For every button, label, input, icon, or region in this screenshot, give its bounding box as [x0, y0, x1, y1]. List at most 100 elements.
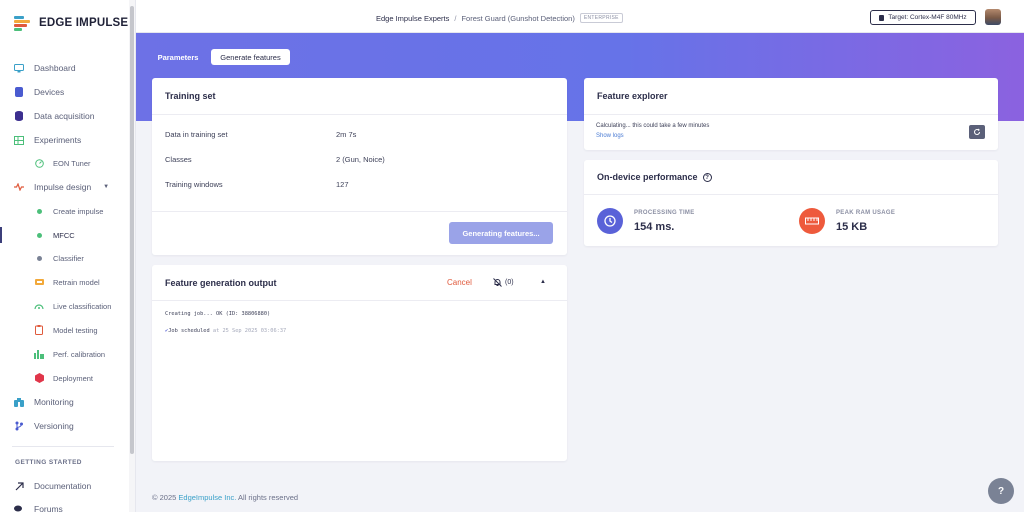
forum-icon	[12, 502, 26, 512]
sidebar-item-label: Monitoring	[34, 397, 74, 407]
sidebar-item-impulse-design[interactable]: Impulse design ▼	[0, 177, 128, 197]
sidebar-item-documentation[interactable]: Documentation	[0, 476, 128, 496]
sidebar-item-label: Documentation	[34, 481, 92, 491]
sidebar-item-classifier[interactable]: Classifier	[0, 248, 128, 268]
processing-time-label: PROCESSING TIME	[634, 210, 695, 216]
sidebar-item-data-acquisition[interactable]: Data acquisition	[0, 106, 128, 126]
sidebar-item-monitoring[interactable]: Monitoring	[0, 392, 128, 412]
sidebar-item-deployment[interactable]: Deployment	[0, 368, 128, 388]
cube-icon	[32, 371, 46, 385]
sidebar-item-label: Experiments	[34, 135, 82, 145]
breadcrumb-project[interactable]: Forest Guard (Gunshot Detection)	[461, 14, 574, 23]
monitor-icon	[12, 61, 26, 75]
refresh-button[interactable]	[969, 125, 985, 139]
logo-icon	[14, 15, 32, 31]
rights-text: All rights reserved	[238, 493, 299, 502]
show-logs-link[interactable]: Show logs	[596, 133, 624, 139]
peak-ram-value: 15 KB	[836, 221, 868, 233]
sidebar-item-label: Data acquisition	[34, 111, 95, 121]
sidebar-divider	[12, 446, 114, 447]
sidebar-item-mfcc[interactable]: MFCC	[0, 225, 128, 245]
memory-icon	[799, 208, 825, 234]
sidebar-item-live-classification[interactable]: Live classification	[0, 296, 128, 316]
copyright: © 2025	[152, 493, 177, 502]
sidebar-item-devices[interactable]: Devices	[0, 82, 128, 102]
database-icon	[12, 109, 26, 123]
log-line: ✔Job scheduled at 25 Sep 2025 03:06:37	[165, 328, 286, 334]
sidebar-scrollbar-thumb[interactable]	[130, 6, 134, 454]
sidebar-item-label: Create impulse	[53, 206, 104, 216]
clock-icon	[597, 208, 623, 234]
sidebar-item-versioning[interactable]: Versioning	[0, 416, 128, 436]
sidebar-item-label: Versioning	[34, 421, 74, 431]
grid-icon	[12, 133, 26, 147]
clipboard-icon	[32, 323, 46, 337]
chevron-down-icon[interactable]: ▼	[103, 184, 109, 190]
logo-text: EDGE IMPULSE	[39, 17, 129, 29]
sidebar-item-label: Model testing	[53, 325, 98, 335]
live-icon	[32, 299, 46, 313]
target-label: Target: Cortex-M4F 80MHz	[888, 14, 967, 21]
refresh-icon	[974, 128, 980, 135]
notifications-toggle[interactable]: (0)	[493, 278, 514, 287]
help-chat-button[interactable]: ?	[988, 478, 1014, 504]
help-icon: ?	[997, 485, 1005, 497]
feature-explorer-card: Feature explorer Calculating... this cou…	[584, 78, 998, 150]
breadcrumb-org[interactable]: Edge Impulse Experts	[376, 14, 449, 23]
sidebar-item-label: Deployment	[53, 373, 94, 383]
logo[interactable]: EDGE IMPULSE	[14, 14, 128, 32]
devices-icon	[12, 85, 26, 99]
sidebar-item-create-impulse[interactable]: Create impulse	[0, 201, 128, 221]
sidebar-item-label: Classifier	[53, 253, 84, 263]
classes-value: 2 (Gun, Noice)	[336, 155, 385, 164]
chip-icon	[879, 14, 885, 21]
sidebar-item-retrain-model[interactable]: Retrain model	[0, 272, 128, 292]
sidebar-item-perf-calibration[interactable]: Perf. calibration	[0, 344, 128, 364]
card-divider	[152, 211, 567, 212]
training-set-card: Training set Data in training set 2m 7s …	[152, 78, 567, 255]
retrain-icon	[32, 275, 46, 289]
target-button[interactable]: Target: Cortex-M4F 80MHz	[870, 10, 976, 25]
sidebar-item-forums[interactable]: Forums	[0, 499, 128, 512]
footer: © 2025 EdgeImpulse Inc. All rights reser…	[152, 493, 298, 502]
sidebar-item-label: MFCC	[53, 230, 75, 240]
performance-title: On-device performance	[597, 172, 698, 182]
tuner-icon	[32, 156, 46, 170]
classes-label: Classes	[165, 155, 192, 164]
breadcrumb: Edge Impulse Experts / Forest Guard (Gun…	[376, 13, 623, 23]
sidebar-item-label: Live classification	[53, 301, 112, 311]
status-text: Calculating... this could take a few min…	[596, 123, 710, 129]
enterprise-badge: ENTERPRISE	[579, 13, 623, 23]
card-divider	[584, 114, 998, 115]
company-link[interactable]: EdgeImpulse Inc.	[178, 493, 236, 502]
tab-generate-features[interactable]: Generate features	[211, 49, 290, 65]
sidebar-item-label: Forums	[34, 504, 63, 512]
dot-icon	[32, 228, 46, 242]
sidebar-item-experiments[interactable]: Experiments	[0, 130, 128, 150]
card-title: Feature generation output	[165, 278, 277, 288]
card-divider	[152, 114, 567, 115]
avatar[interactable]	[985, 9, 1001, 25]
monitoring-icon	[12, 395, 26, 409]
feature-output-card: Feature generation output Cancel (0) ▲ C…	[152, 265, 567, 461]
sidebar-item-label: Dashboard	[34, 63, 76, 73]
log-text: Creating job... OK (ID: 38806880)	[165, 311, 271, 317]
sidebar-item-model-testing[interactable]: Model testing	[0, 320, 128, 340]
sidebar: EDGE IMPULSE Dashboard Devices Data acqu…	[0, 0, 136, 512]
sidebar-item-label: EON Tuner	[53, 158, 91, 168]
sidebar-item-label: Retrain model	[53, 277, 100, 287]
peak-ram-label: PEAK RAM USAGE	[836, 210, 896, 216]
card-title: On-device performance?	[597, 172, 712, 183]
log-text: Job scheduled	[168, 328, 210, 334]
calibration-icon	[32, 347, 46, 361]
sidebar-item-dashboard[interactable]: Dashboard	[0, 58, 128, 78]
sidebar-item-eon-tuner[interactable]: EON Tuner	[0, 153, 128, 173]
help-icon[interactable]: ?	[702, 173, 712, 183]
card-title: Training set	[165, 91, 216, 101]
tab-parameters[interactable]: Parameters	[152, 49, 204, 65]
collapse-icon[interactable]: ▲	[540, 279, 546, 285]
generate-features-button[interactable]: Generating features...	[449, 222, 553, 244]
training-windows-label: Training windows	[165, 180, 223, 189]
sidebar-item-label: Impulse design	[34, 182, 92, 192]
cancel-button[interactable]: Cancel	[447, 278, 472, 287]
